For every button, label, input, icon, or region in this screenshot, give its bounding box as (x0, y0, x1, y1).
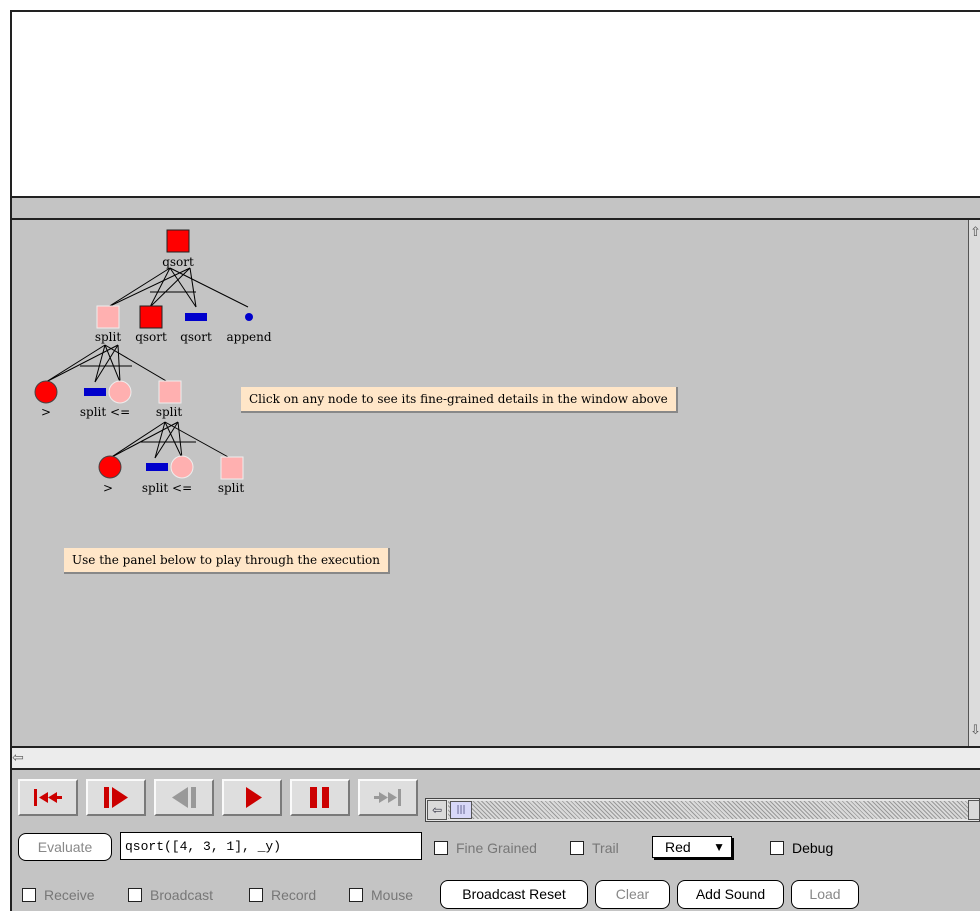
checkbox-box[interactable] (434, 841, 448, 855)
tree-node-qsort[interactable] (139, 305, 163, 329)
checkbox-box[interactable] (770, 841, 784, 855)
fast-forward-button[interactable] (358, 779, 418, 816)
evaluate-button[interactable]: Evaluate (18, 833, 112, 861)
tree-node-label: qsort (162, 255, 194, 269)
receive-checkbox[interactable]: Receive (22, 887, 95, 903)
tree-node-label: qsort (180, 330, 212, 344)
scroll-down-arrow-icon[interactable]: ⇩ (970, 722, 980, 740)
tree-node-label: split (218, 481, 245, 495)
broadcast-checkbox[interactable]: Broadcast (128, 887, 213, 903)
load-button[interactable]: Load (791, 880, 859, 909)
slider-right-arrow-icon[interactable] (968, 800, 980, 820)
tree-node-label: split <= (80, 405, 130, 419)
trail-label: Trail (592, 840, 619, 856)
checkbox-box[interactable] (22, 888, 36, 902)
scroll-left-arrow-icon[interactable]: ⇦ (12, 749, 30, 767)
debug-label: Debug (792, 840, 834, 856)
tree-node-gt[interactable] (34, 380, 58, 404)
play-icon (246, 787, 262, 808)
tree-node-label: append (226, 330, 271, 344)
slider-thumb[interactable]: ||| (450, 801, 472, 819)
tree-node-gt[interactable] (98, 455, 122, 479)
broadcast-label: Broadcast (150, 887, 214, 903)
timeline-slider-track[interactable] (448, 801, 980, 819)
record-checkbox[interactable]: Record (249, 887, 316, 903)
tree-node-split-pending[interactable] (146, 463, 168, 471)
fast-forward-to-end-icon (374, 789, 401, 806)
debug-checkbox[interactable]: Debug (770, 840, 833, 856)
node-hint-callout: Click on any node to see its fine-graine… (241, 387, 678, 413)
color-select-value: Red (665, 839, 691, 855)
add-sound-button[interactable]: Add Sound (677, 880, 784, 909)
tree-node-label: > (41, 405, 51, 419)
tree-node-le[interactable] (170, 455, 194, 479)
execution-tree: qsort split qsort qsort append > split <… (34, 229, 272, 495)
clear-button[interactable]: Clear (595, 880, 670, 909)
query-input[interactable] (120, 832, 422, 860)
tree-node-label: split (95, 330, 122, 344)
tree-horizontal-scrollbar[interactable] (10, 746, 980, 770)
step-back-icon (172, 787, 196, 808)
tree-node-label: qsort (135, 330, 167, 344)
checkbox-box[interactable] (128, 888, 142, 902)
broadcast-reset-button[interactable]: Broadcast Reset (440, 880, 588, 909)
color-select[interactable]: Red ▼ (652, 836, 732, 858)
tree-node-split[interactable] (220, 456, 244, 480)
fine-grained-checkbox[interactable]: Fine Grained (434, 840, 537, 856)
checkbox-box[interactable] (570, 841, 584, 855)
step-back-button[interactable] (154, 779, 214, 816)
mouse-label: Mouse (371, 887, 414, 903)
fine-grained-label: Fine Grained (456, 840, 537, 856)
tree-node-append[interactable] (245, 313, 253, 321)
tree-node-qsort-root[interactable] (166, 229, 190, 253)
tree-node-le[interactable] (108, 380, 132, 404)
trail-checkbox[interactable]: Trail (570, 840, 619, 856)
scroll-right-arrow-icon[interactable] (970, 749, 980, 767)
tree-node-label: split (156, 405, 183, 419)
receive-label: Receive (44, 887, 95, 903)
mouse-checkbox[interactable]: Mouse (349, 887, 413, 903)
checkbox-box[interactable] (349, 888, 363, 902)
tree-node-label: > (103, 481, 113, 495)
chevron-down-icon: ▼ (713, 840, 725, 854)
tree-node-split[interactable] (158, 380, 182, 404)
step-forward-icon (104, 787, 128, 808)
checkbox-box[interactable] (249, 888, 263, 902)
pause-button[interactable] (290, 779, 350, 816)
tree-node-split[interactable] (96, 305, 120, 329)
tree-node-qsort-pending[interactable] (185, 313, 207, 321)
tree-node-label: split <= (142, 481, 192, 495)
panel-hint-callout: Use the panel below to play through the … (64, 548, 390, 574)
step-forward-button[interactable] (86, 779, 146, 816)
pause-icon (310, 787, 329, 808)
rewind-to-start-icon (34, 789, 62, 806)
record-label: Record (271, 887, 317, 903)
play-button[interactable] (222, 779, 282, 816)
tree-node-split-pending[interactable] (84, 388, 106, 396)
slider-left-arrow-icon[interactable]: ⇦ (427, 800, 447, 820)
tree-vertical-scrollbar[interactable] (968, 220, 980, 746)
rewind-button[interactable] (18, 779, 78, 816)
tree-edges (45, 267, 249, 459)
scroll-up-arrow-icon[interactable]: ⇧ (970, 224, 980, 242)
